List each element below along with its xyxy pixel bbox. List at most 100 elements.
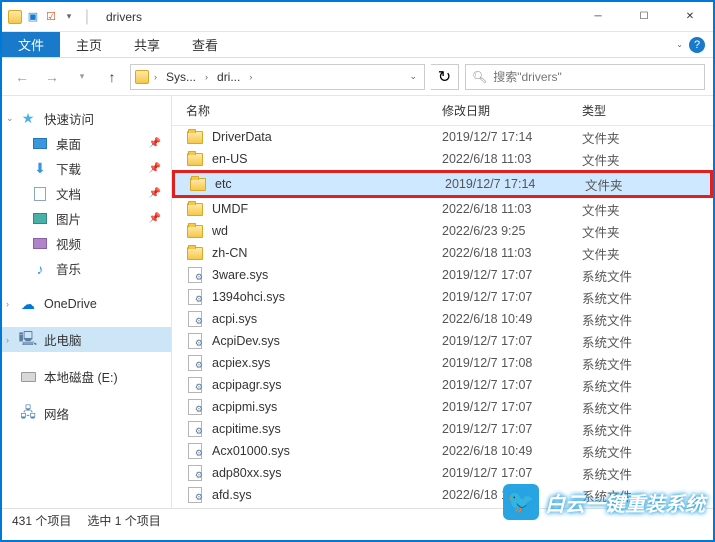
file-row[interactable]: acpipmi.sys2019/12/7 17:07系统文件: [172, 396, 713, 418]
address-box[interactable]: › Sys... › dri... › ⌄: [130, 64, 425, 90]
file-type: 系统文件: [582, 332, 713, 351]
sysfile-icon: [186, 377, 204, 393]
file-name: acpiex.sys: [212, 356, 442, 370]
file-row[interactable]: acpitime.sys2019/12/7 17:07系统文件: [172, 418, 713, 440]
tab-view[interactable]: 查看: [176, 32, 234, 57]
sidebar-item-label: 下载: [56, 159, 81, 178]
content-pane: 名称 修改日期 类型 DriverData2019/12/7 17:14文件夹e…: [172, 96, 713, 508]
chevron-right-icon[interactable]: ›: [6, 299, 9, 309]
sidebar-item-label: 文档: [56, 184, 81, 203]
sysfile-icon: [186, 487, 204, 503]
status-item-count: 431 个项目: [12, 512, 71, 529]
chevron-right-icon[interactable]: ›: [246, 72, 255, 82]
file-row[interactable]: 3ware.sys2019/12/7 17:07系统文件: [172, 264, 713, 286]
properties-icon[interactable]: ▣: [26, 10, 40, 24]
sidebar-item-label: OneDrive: [44, 297, 97, 311]
breadcrumb-seg[interactable]: Sys...: [162, 68, 200, 86]
desktop-icon: [32, 136, 48, 152]
file-type: 系统文件: [582, 398, 713, 417]
file-date: 2022/6/18 11:03: [442, 246, 582, 260]
file-row[interactable]: adp80xx.sys2019/12/7 17:07系统文件: [172, 462, 713, 484]
file-date: 2019/12/7 17:07: [442, 378, 582, 392]
file-name: 1394ohci.sys: [212, 290, 442, 304]
folder-icon: [186, 151, 204, 167]
network-icon: 🖧: [20, 406, 36, 422]
tab-share[interactable]: 共享: [118, 32, 176, 57]
file-name: en-US: [212, 152, 442, 166]
sysfile-icon: [186, 333, 204, 349]
tab-home[interactable]: 主页: [60, 32, 118, 57]
address-dropdown-icon[interactable]: ⌄: [406, 71, 420, 82]
ribbon-tabs: 文件 主页 共享 查看 ⌄ ?: [2, 32, 713, 58]
file-date: 2022/6/18 10:49: [442, 444, 582, 458]
chevron-right-icon[interactable]: ›: [202, 72, 211, 82]
column-date[interactable]: 修改日期: [442, 102, 582, 119]
sidebar-item-videos[interactable]: 视频: [2, 231, 171, 256]
file-row[interactable]: wd2022/6/23 9:25文件夹: [172, 220, 713, 242]
sidebar-item-network[interactable]: 🖧 网络: [2, 401, 171, 426]
chevron-right-icon[interactable]: ›: [6, 335, 9, 345]
pin-icon: 📌: [149, 138, 161, 149]
column-type[interactable]: 类型: [582, 102, 713, 119]
qat-dropdown-icon[interactable]: ▾: [62, 10, 76, 24]
file-date: 2022/6/18 11:03: [442, 202, 582, 216]
file-row[interactable]: DriverData2019/12/7 17:14文件夹: [172, 126, 713, 148]
breadcrumb-seg[interactable]: dri...: [213, 68, 244, 86]
star-icon: ★: [20, 111, 36, 127]
file-row[interactable]: afd.sys2022/6/18 10:49系统文件: [172, 484, 713, 506]
file-row[interactable]: AcpiDev.sys2019/12/7 17:07系统文件: [172, 330, 713, 352]
file-name: AcpiDev.sys: [212, 334, 442, 348]
column-headers[interactable]: 名称 修改日期 类型: [172, 96, 713, 126]
chevron-down-icon[interactable]: ⌄: [6, 113, 14, 124]
file-row[interactable]: 1394ohci.sys2019/12/7 17:07系统文件: [172, 286, 713, 308]
column-name[interactable]: 名称: [186, 102, 442, 119]
file-row[interactable]: acpipagr.sys2019/12/7 17:07系统文件: [172, 374, 713, 396]
sidebar-item-documents[interactable]: 文档 📌: [2, 181, 171, 206]
file-row[interactable]: UMDF2022/6/18 11:03文件夹: [172, 198, 713, 220]
forward-button[interactable]: →: [40, 65, 64, 89]
file-row[interactable]: zh-CN2022/6/18 11:03文件夹: [172, 242, 713, 264]
file-row[interactable]: acpiex.sys2019/12/7 17:08系统文件: [172, 352, 713, 374]
sysfile-icon: [186, 465, 204, 481]
computer-icon: 🖳: [20, 332, 36, 348]
sidebar-item-this-pc[interactable]: › 🖳 此电脑: [2, 327, 171, 352]
sidebar-item-downloads[interactable]: ⬇ 下载 📌: [2, 156, 171, 181]
file-row[interactable]: etc2019/12/7 17:14文件夹: [175, 173, 710, 195]
close-button[interactable]: ✕: [667, 2, 713, 32]
sidebar-item-local-disk[interactable]: 本地磁盘 (E:): [2, 364, 171, 389]
sidebar-item-desktop[interactable]: 桌面 📌: [2, 131, 171, 156]
minimize-button[interactable]: ─: [575, 2, 621, 32]
sidebar-item-music[interactable]: ♪ 音乐: [2, 256, 171, 281]
search-box[interactable]: 🔍︎: [465, 64, 705, 90]
file-row[interactable]: acpi.sys2022/6/18 10:49系统文件: [172, 308, 713, 330]
file-type: 系统文件: [582, 310, 713, 329]
search-input[interactable]: [493, 70, 698, 84]
sidebar-item-pictures[interactable]: 图片 📌: [2, 206, 171, 231]
file-date: 2022/6/18 11:03: [442, 152, 582, 166]
sidebar-item-quick-access[interactable]: ⌄ ★ 快速访问: [2, 106, 171, 131]
file-row[interactable]: en-US2022/6/18 11:03文件夹: [172, 148, 713, 170]
ribbon-expand-icon[interactable]: ⌄: [676, 40, 683, 49]
back-button[interactable]: ←: [10, 65, 34, 89]
sysfile-icon: [186, 355, 204, 371]
file-date: 2019/12/7 17:07: [442, 466, 582, 480]
recent-dropdown[interactable]: ▾: [70, 65, 94, 89]
sidebar-item-onedrive[interactable]: › ☁ OneDrive: [2, 293, 171, 315]
maximize-button[interactable]: ☐: [621, 2, 667, 32]
file-row[interactable]: Acx01000.sys2022/6/18 10:49系统文件: [172, 440, 713, 462]
tab-file[interactable]: 文件: [2, 32, 60, 57]
chevron-right-icon[interactable]: ›: [151, 72, 160, 82]
refresh-button[interactable]: ↻: [431, 64, 459, 90]
sidebar-item-label: 本地磁盘 (E:): [44, 367, 118, 386]
help-icon[interactable]: ?: [689, 37, 705, 53]
navigation-pane[interactable]: ⌄ ★ 快速访问 桌面 📌 ⬇ 下载 📌 文档 📌 图片: [2, 96, 172, 508]
file-name: UMDF: [212, 202, 442, 216]
window-controls: ─ ☐ ✕: [575, 2, 713, 32]
up-button[interactable]: ↑: [100, 65, 124, 89]
file-date: 2019/12/7 17:07: [442, 400, 582, 414]
file-list[interactable]: DriverData2019/12/7 17:14文件夹en-US2022/6/…: [172, 126, 713, 508]
file-name: zh-CN: [212, 246, 442, 260]
sidebar-item-label: 视频: [56, 234, 81, 253]
checkbox-icon[interactable]: ☑: [44, 10, 58, 24]
sidebar-item-label: 图片: [56, 209, 81, 228]
